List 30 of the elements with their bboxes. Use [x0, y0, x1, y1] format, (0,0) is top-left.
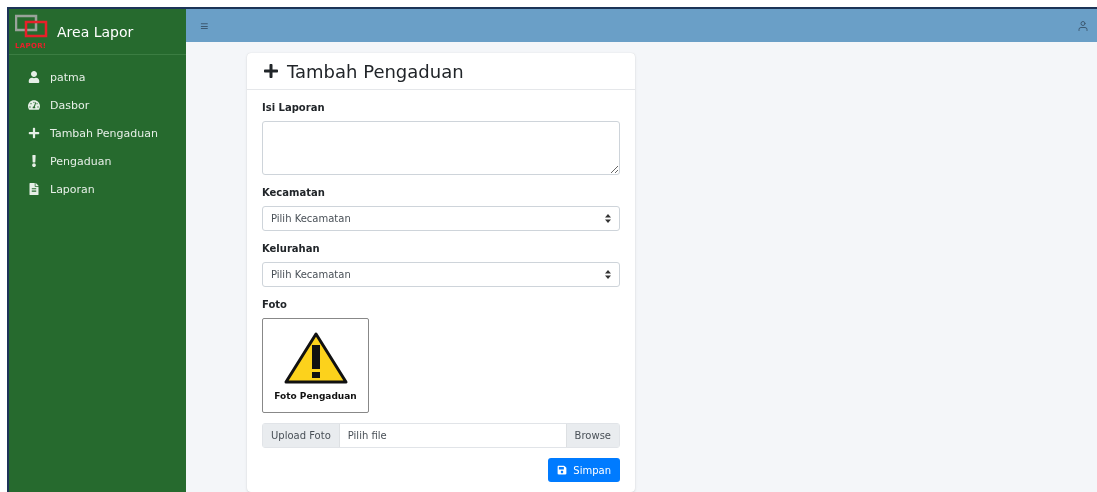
file-input-field[interactable]: Upload Foto Pilih file Browse	[262, 423, 620, 448]
sidebar-item[interactable]: Tambah Pengaduan	[9, 119, 186, 147]
field-label: Kelurahan	[262, 243, 321, 254]
browse-button[interactable]: Browse	[565, 424, 619, 447]
sidebar-item[interactable]: Laporan	[9, 175, 186, 203]
sort-icon	[605, 214, 611, 223]
select-field[interactable]: Pilih Kecamatan	[262, 262, 620, 287]
document-icon	[28, 183, 40, 195]
user-icon	[28, 71, 40, 83]
plus-icon	[263, 63, 279, 79]
field-label: Isi Laporan	[262, 102, 326, 113]
photo-caption: Foto Pengaduan	[274, 390, 357, 401]
save-button[interactable]: Simpan	[548, 458, 620, 482]
field-label: Kecamatan	[262, 187, 326, 198]
sidebar-item[interactable]: patma	[9, 63, 186, 91]
card-title: Tambah Pengaduan	[287, 60, 464, 82]
warning-icon	[282, 330, 349, 385]
file-placeholder: Pilih file	[346, 429, 388, 443]
select-field[interactable]: Pilih Kecamatan	[262, 206, 620, 231]
report-text-field[interactable]	[262, 121, 620, 175]
sidebar-item[interactable]: Pengaduan	[9, 147, 186, 175]
field-label: Foto	[262, 299, 288, 310]
plus-icon	[28, 127, 40, 139]
gauge-icon	[28, 99, 40, 111]
brand-title: Area Lapor	[57, 23, 134, 40]
sort-icon	[605, 270, 611, 279]
save-icon	[557, 465, 568, 475]
user-icon[interactable]	[1077, 19, 1089, 32]
sidebar-item[interactable]: Dasbor	[9, 91, 186, 119]
upload-label: Upload Foto	[263, 424, 340, 447]
